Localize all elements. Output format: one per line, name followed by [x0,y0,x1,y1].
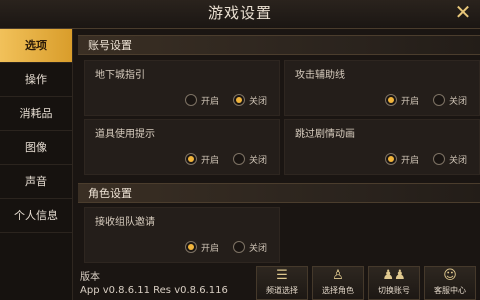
setting-label: 攻击辅助线 [295,70,345,81]
setting-card-dungeon-guide: 地下城指引 开启 关闭 [84,60,280,116]
radio-icon[interactable] [185,94,197,106]
radio-icon[interactable] [433,94,445,106]
radio-icon[interactable] [185,153,197,165]
support-avatar-icon: ☺ [443,268,457,283]
sidebar-item-consumables[interactable]: 消耗品 [0,97,72,131]
setting-card-attack-assist-line: 攻击辅助线 开启 关闭 [284,60,480,116]
character-icon: ♙ [332,268,344,283]
radio-icon[interactable] [233,153,245,165]
sidebar-item-graphics[interactable]: 图像 [0,131,72,165]
close-icon[interactable]: ✕ [452,1,474,23]
channel-select-button[interactable]: ☰ 频道选择 [256,266,308,300]
group-icon: ♟♟ [382,268,406,283]
radio-option-off[interactable]: 关闭 [233,240,267,254]
sidebar-item-controls[interactable]: 操作 [0,63,72,97]
settings-content: 账号设置 地下城指引 开启 关闭 攻击辅助线 开启 关闭 道具使用提示 开启 关… [78,30,480,300]
switch-account-button[interactable]: ♟♟ 切换账号 [368,266,420,300]
setting-label: 接收组队邀请 [95,217,155,228]
radio-icon[interactable] [433,153,445,165]
section-header-role: 角色设置 [78,183,480,203]
setting-label: 地下城指引 [95,70,145,81]
radio-option-off[interactable]: 关闭 [233,93,267,107]
list-icon: ☰ [276,268,288,283]
radio-icon[interactable] [385,94,397,106]
radio-option-on[interactable]: 开启 [185,93,219,107]
radio-icon[interactable] [185,241,197,253]
radio-icon[interactable] [233,241,245,253]
radio-option-on[interactable]: 开启 [185,240,219,254]
radio-icon[interactable] [233,94,245,106]
radio-option-off[interactable]: 关闭 [433,93,467,107]
sidebar-item-options[interactable]: 选项 [0,29,72,63]
select-character-button[interactable]: ♙ 选择角色 [312,266,364,300]
setting-label: 道具使用提示 [95,129,155,140]
sidebar: 选项 操作 消耗品 图像 声音 个人信息 [0,29,73,300]
sidebar-item-profile[interactable]: 个人信息 [0,199,72,233]
title-bar: 游戏设置 ✕ [0,0,480,29]
window-title: 游戏设置 [207,4,272,22]
sidebar-item-sound[interactable]: 声音 [0,165,72,199]
section-header-account: 账号设置 [78,35,480,55]
radio-option-on[interactable]: 开启 [185,152,219,166]
setting-card-team-invite: 接收组队邀请 开启 关闭 [84,207,280,263]
radio-icon[interactable] [385,153,397,165]
radio-option-on[interactable]: 开启 [385,152,419,166]
version-label: 版本 [80,272,100,283]
setting-label: 跳过剧情动画 [295,129,355,140]
radio-option-off[interactable]: 关闭 [233,152,267,166]
support-center-button[interactable]: ☺ 客服中心 [424,266,476,300]
radio-option-on[interactable]: 开启 [385,93,419,107]
version-value: App v0.8.6.11 Res v0.8.6.116 [80,285,228,296]
setting-card-item-use-tip: 道具使用提示 开启 关闭 [84,119,280,175]
radio-option-off[interactable]: 关闭 [433,152,467,166]
setting-card-skip-cutscene: 跳过剧情动画 开启 关闭 [284,119,480,175]
